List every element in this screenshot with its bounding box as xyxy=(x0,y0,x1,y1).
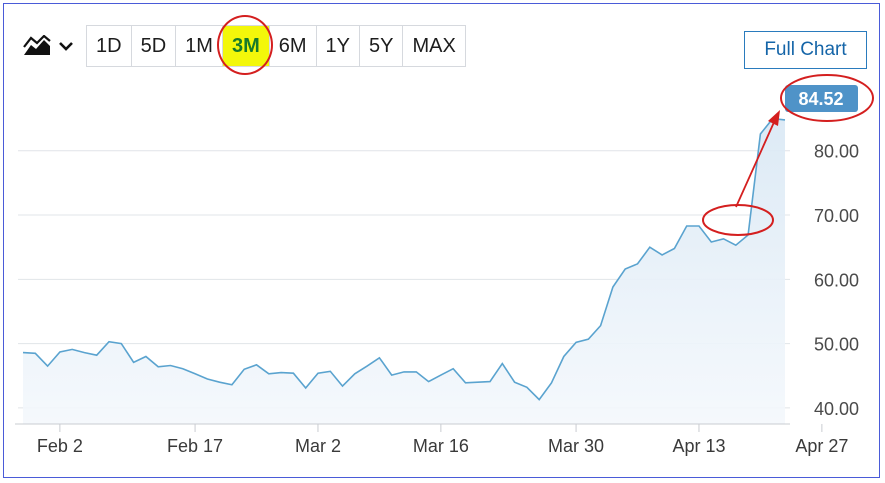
x-tick-label: Mar 30 xyxy=(548,436,604,456)
x-tick-label: Apr 27 xyxy=(795,436,848,456)
y-tick-label: 40.00 xyxy=(814,399,859,419)
y-tick-label: 60.00 xyxy=(814,270,859,290)
area-chart-icon xyxy=(23,35,51,55)
last-value-badge: 84.52 xyxy=(785,85,858,112)
last-value-label: 84.52 xyxy=(798,89,843,109)
range-button-5d[interactable]: 5D xyxy=(132,26,177,66)
time-range-selector: 1D 5D 1M 3M 6M 1Y 5Y MAX xyxy=(86,15,466,75)
y-tick-label: 70.00 xyxy=(814,206,859,226)
x-tick-label: Mar 16 xyxy=(413,436,469,456)
y-tick-label: 80.00 xyxy=(814,142,859,162)
price-area xyxy=(23,118,785,424)
x-tick-label: Feb 2 xyxy=(37,436,83,456)
x-tick-label: Apr 13 xyxy=(672,436,725,456)
chart-type-selector[interactable] xyxy=(22,25,78,67)
range-button-max[interactable]: MAX xyxy=(403,26,464,66)
range-button-6m[interactable]: 6M xyxy=(270,26,317,66)
range-button-3m[interactable]: 3M xyxy=(216,15,273,75)
range-button-1y[interactable]: 1Y xyxy=(317,26,361,66)
x-tick-label: Mar 2 xyxy=(295,436,341,456)
range-button-5y[interactable]: 5Y xyxy=(360,26,404,66)
price-chart: 40.00 50.00 60.00 70.00 80.00 Feb 2 Feb 17 Mar… xyxy=(15,74,874,456)
range-button-1d[interactable]: 1D xyxy=(87,26,132,66)
y-tick-label: 50.00 xyxy=(814,335,859,355)
x-axis: Feb 2 Feb 17 Mar 2 Mar 16 Mar 30 Apr 13 Apr 27 xyxy=(37,424,848,456)
toolbar: 1D 5D 1M 3M 6M 1Y 5Y MAX xyxy=(22,15,466,75)
x-tick-label: Feb 17 xyxy=(167,436,223,456)
y-axis: 40.00 50.00 60.00 70.00 80.00 xyxy=(814,142,859,419)
chevron-down-icon xyxy=(59,42,73,51)
full-chart-button[interactable]: Full Chart xyxy=(744,31,867,69)
range-button-1m[interactable]: 1M xyxy=(176,26,223,66)
